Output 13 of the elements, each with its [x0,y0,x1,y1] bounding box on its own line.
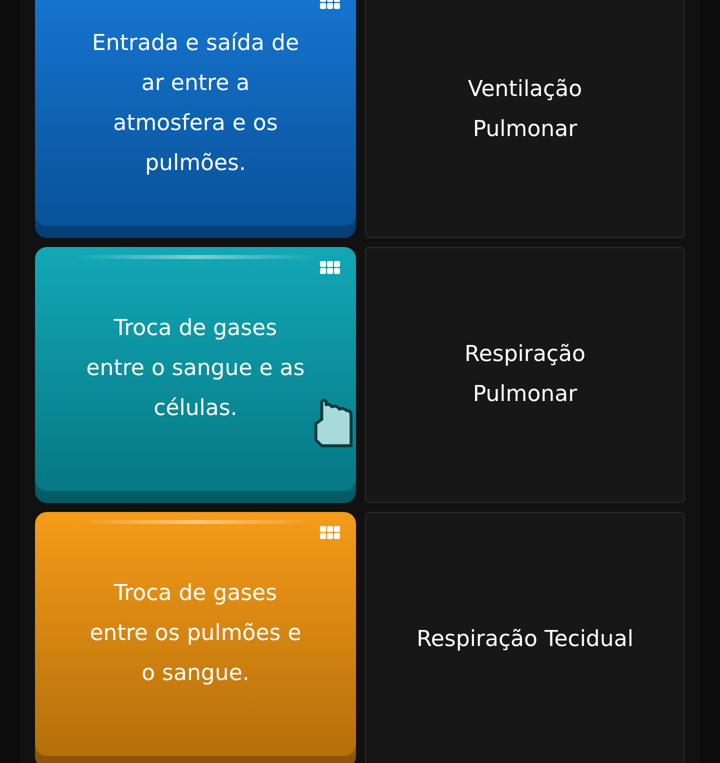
drag-handle-icon[interactable] [320,526,340,539]
prompt-card[interactable]: Troca de gases entre o sangue e as células. [35,247,356,503]
prompt-text: Troca de gases entre o sangue e as células. [86,315,305,423]
answer-text: Respiração Pulmonar [464,341,586,409]
answer-text: Respiração Tecidual [416,626,634,654]
answer-text: Ventilação Pulmonar [468,76,582,144]
prompt-card[interactable]: Entrada e saída de ar entre a atmosfera e os pulmões. [35,0,356,238]
answer-card[interactable]: Respiração Pulmonar [365,247,685,503]
prompt-text: Entrada e saída de ar entre a atmosfera e os pulmões. [92,30,299,178]
drag-handle-icon[interactable] [320,261,340,274]
prompt-text: Troca de gases entre os pulmões e o sangue. [90,580,302,688]
answer-card[interactable]: Ventilação Pulmonar [365,0,685,238]
answer-card[interactable]: Respiração Tecidual [365,512,685,763]
